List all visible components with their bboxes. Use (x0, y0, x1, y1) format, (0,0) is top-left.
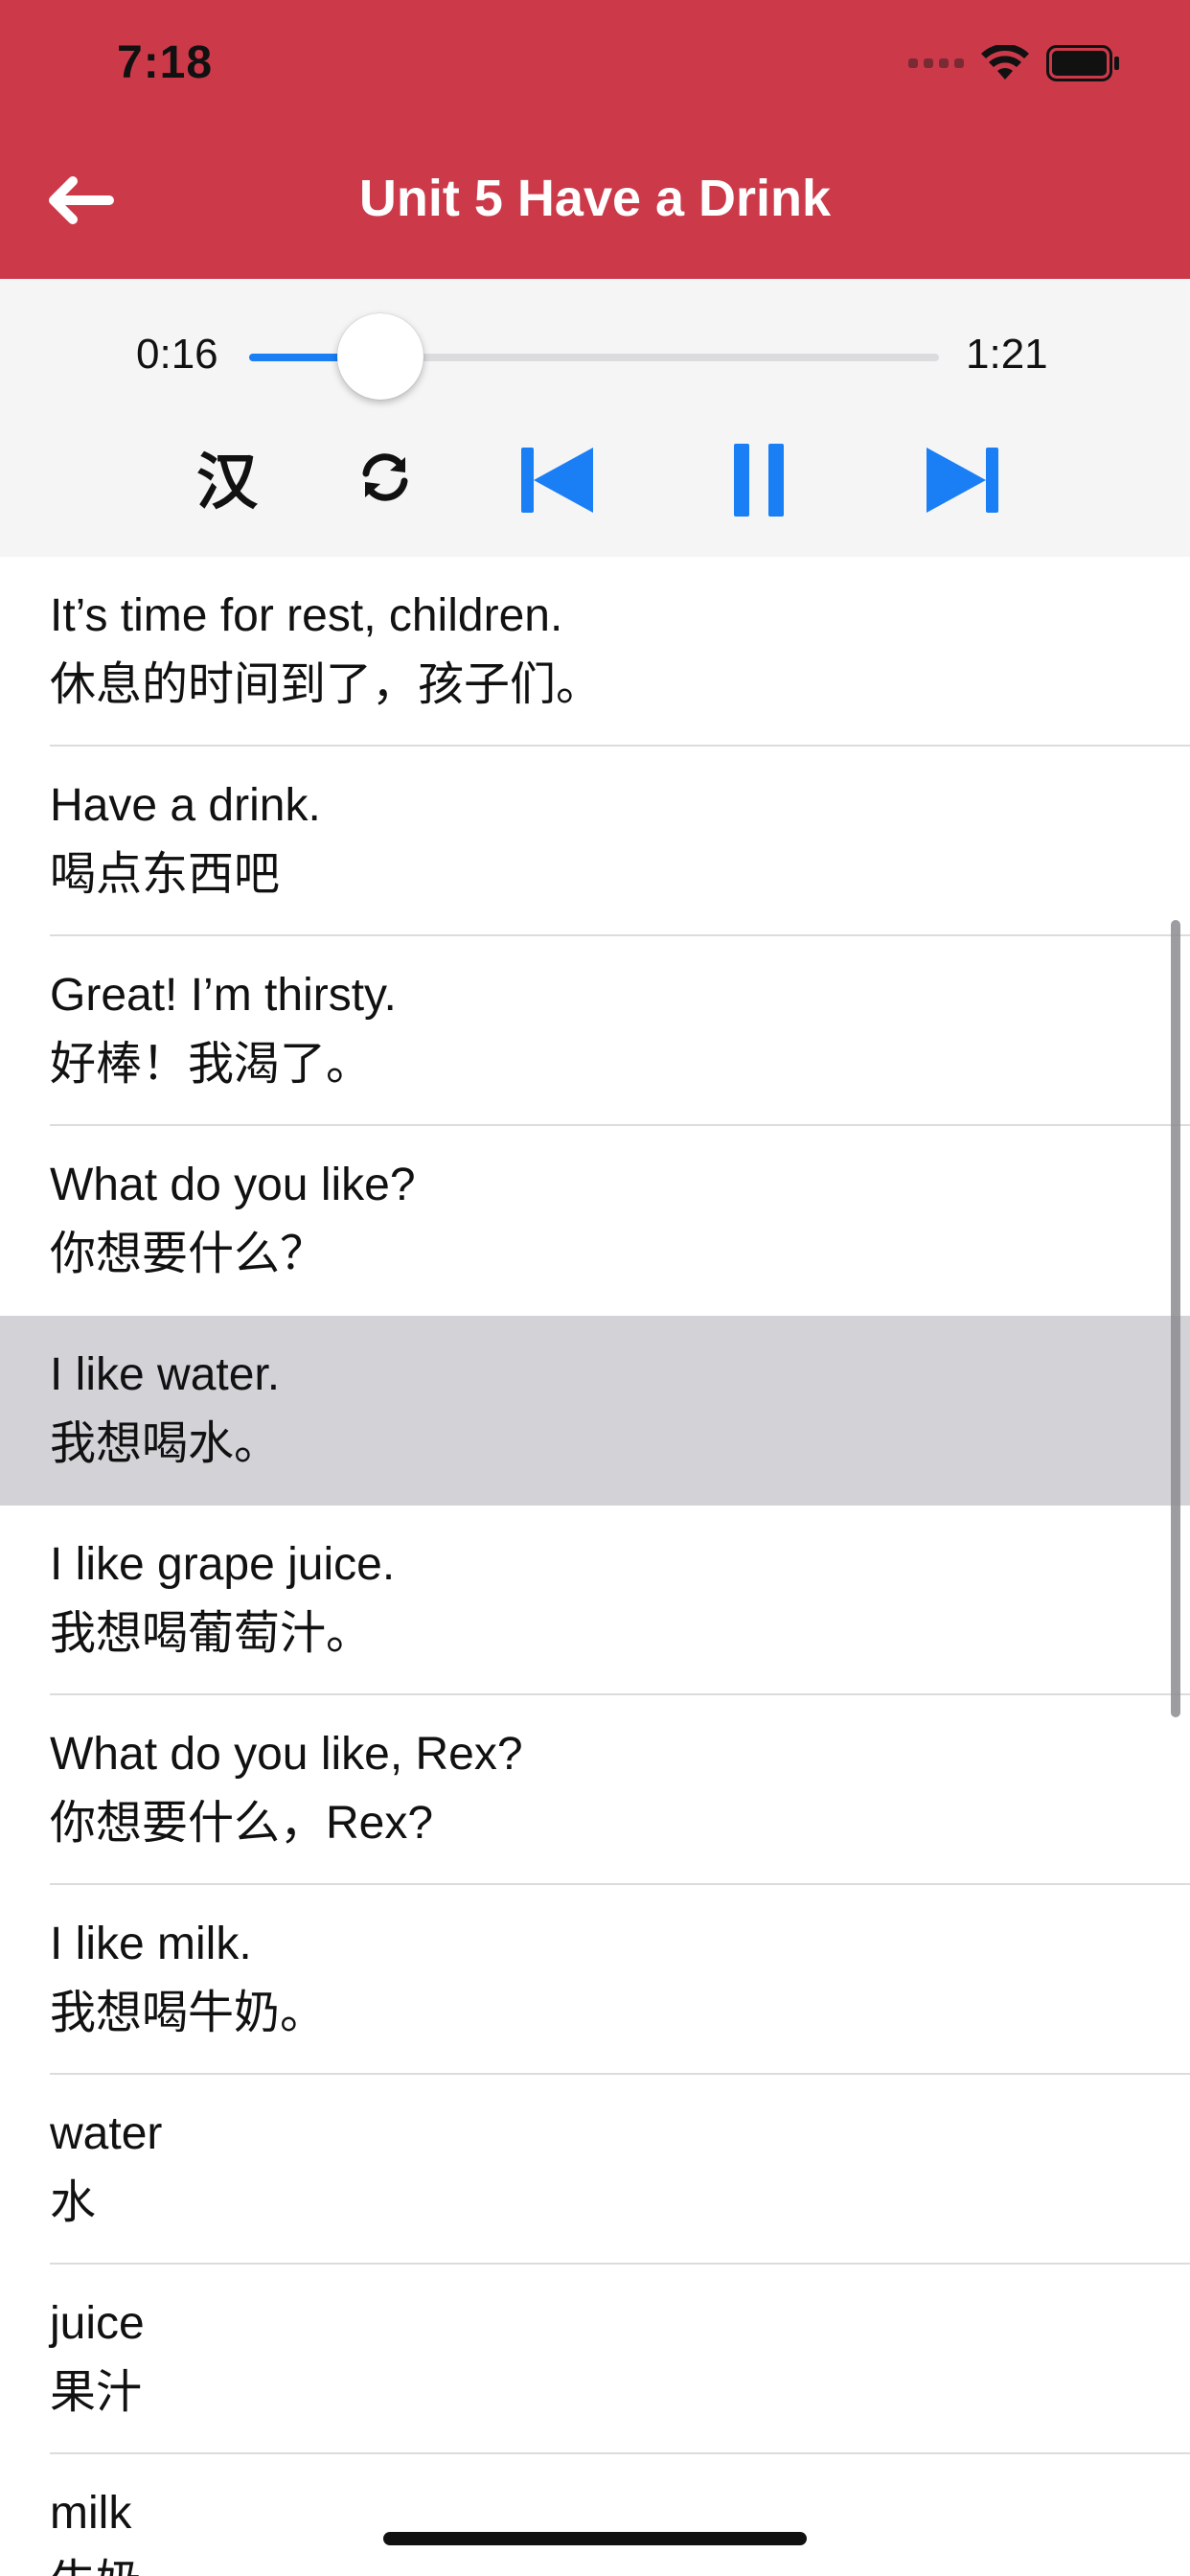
sentence-chinese: 你想要什么，Rex? (50, 1798, 434, 1849)
sentence-english: What do you like, Rex? (50, 1729, 523, 1780)
current-time: 0:16 (136, 331, 218, 378)
sentence-english: I like water. (50, 1349, 281, 1400)
list-item[interactable]: juice 果汁 (0, 2265, 1190, 2454)
list-item[interactable]: I like grape juice. 我想喝葡萄汁。 (0, 1506, 1190, 1695)
status-icons (908, 42, 1121, 84)
sentence-chinese: 我想喝牛奶。 (50, 1988, 327, 2038)
next-button[interactable] (922, 442, 1002, 518)
sentence-chinese: 水 (50, 2177, 97, 2228)
pause-icon (734, 444, 784, 517)
sentence-chinese: 你想要什么？ (50, 1229, 327, 1279)
list-item[interactable]: Great! I’m thirsty. 好棒！我渴了。 (0, 936, 1190, 1126)
pause-button[interactable] (728, 442, 790, 518)
sentence-english: It’s time for rest, children. (50, 590, 563, 641)
sentence-english: Have a drink. (50, 780, 321, 831)
wifi-icon (981, 45, 1029, 80)
app-screen: 7:18 Unit 5 Have a Drink 0:16 1:21 汉 It’… (0, 0, 1190, 2576)
list-item[interactable]: milk牛奶 (0, 2454, 1190, 2576)
sentence-english: juice (50, 2298, 145, 2349)
battery-icon (1046, 45, 1119, 81)
progress-thumb[interactable] (336, 313, 423, 400)
home-indicator[interactable] (383, 2532, 807, 2545)
sentence-chinese: 牛奶 (50, 2548, 1190, 2576)
sentence-english: I like milk. (50, 1919, 252, 1969)
previous-button[interactable] (517, 442, 598, 518)
sentence-chinese: 我想喝水。 (50, 1418, 281, 1469)
sentence-english: What do you like? (50, 1160, 416, 1210)
status-time: 7:18 (117, 37, 214, 88)
sentence-chinese: 喝点东西吧 (50, 849, 281, 900)
skip-previous-icon (521, 448, 593, 513)
list-item[interactable]: What do you like? 你想要什么？ (0, 1126, 1190, 1316)
list-item[interactable]: Have a drink. 喝点东西吧 (0, 747, 1190, 936)
list-item[interactable]: I like water. 我想喝水。 (0, 1316, 1190, 1506)
scroll-indicator[interactable] (1171, 920, 1180, 1717)
sentence-chinese: 果汁 (50, 2367, 143, 2418)
list-item[interactable]: water 水 (0, 2075, 1190, 2265)
translate-toggle-button[interactable]: 汉 (192, 442, 263, 518)
progress-slider[interactable] (249, 313, 939, 400)
list-item[interactable]: What do you like, Rex? 你想要什么，Rex? (0, 1695, 1190, 1885)
sentence-chinese: 我想喝葡萄汁。 (50, 1608, 373, 1659)
total-time: 1:21 (966, 331, 1048, 378)
sentence-english: I like grape juice. (50, 1539, 396, 1590)
audio-player: 0:16 1:21 汉 (0, 279, 1190, 557)
page-title: Unit 5 Have a Drink (358, 170, 832, 227)
sentence-chinese: 休息的时间到了，孩子们。 (50, 659, 603, 710)
repeat-icon (362, 453, 408, 501)
list-item[interactable]: It’s time for rest, children. 休息的时间到了，孩子们… (0, 557, 1190, 747)
sentence-english: Great! I’m thirsty. (50, 970, 397, 1021)
nav-bar: 7:18 Unit 5 Have a Drink (0, 0, 1190, 279)
list-item[interactable]: I like milk. 我想喝牛奶。 (0, 1885, 1190, 2075)
signal-dots-icon (908, 58, 964, 68)
sentence-english: water (50, 2108, 163, 2159)
sentence-list: It’s time for rest, children. 休息的时间到了，孩子们… (0, 557, 1190, 2576)
skip-next-icon (927, 448, 998, 513)
repeat-button[interactable] (355, 442, 416, 513)
sentence-chinese: 好棒！我渴了。 (50, 1039, 373, 1090)
